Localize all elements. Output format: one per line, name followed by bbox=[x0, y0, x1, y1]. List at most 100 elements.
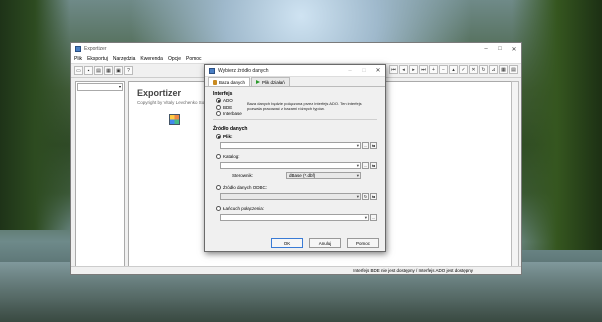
menu-opcje[interactable]: Opcje bbox=[168, 56, 181, 62]
driver-value: dBase (*.dbf) bbox=[289, 173, 316, 178]
radio-interbase[interactable]: Interbase bbox=[216, 111, 242, 116]
browse-folder-button[interactable]: ... bbox=[362, 162, 369, 169]
fields-combo[interactable]: ▾ bbox=[77, 83, 123, 91]
radio-ado-circle bbox=[216, 98, 221, 103]
settings-icon[interactable]: ▤ bbox=[509, 65, 518, 74]
radio-bde-circle bbox=[216, 105, 221, 110]
chevron-down-icon[interactable]: ▾ bbox=[357, 143, 359, 149]
maximize-button[interactable]: □ bbox=[493, 43, 507, 55]
background-trees-right bbox=[512, 0, 602, 250]
vertical-scrollbar[interactable] bbox=[511, 81, 519, 269]
chevron-down-icon[interactable]: ▾ bbox=[365, 215, 367, 221]
chevron-down-icon[interactable]: ▾ bbox=[357, 194, 359, 200]
navigation-toolbar: ⏮ ◂ ▸ ⏭ + − ▴ ✓ ✕ ↻ ⊿ ▦ ▤ bbox=[389, 65, 519, 74]
insert-record-icon[interactable]: + bbox=[429, 65, 438, 74]
driver-select[interactable]: dBase (*.dbf) ▾ bbox=[286, 172, 361, 179]
save-icon[interactable]: ▪ bbox=[84, 66, 93, 75]
dialog-title: Wybierz źródło danych bbox=[218, 67, 269, 74]
help-button[interactable]: Pomoc bbox=[347, 238, 379, 248]
menu-eksportuj[interactable]: Eksportuj bbox=[87, 56, 108, 62]
odbc-refresh-icon[interactable]: ↻ bbox=[362, 193, 369, 200]
radio-file-label: Plik: bbox=[223, 134, 233, 139]
tab-database[interactable]: Baza danych bbox=[208, 77, 251, 86]
radio-bde[interactable]: BDE bbox=[216, 105, 232, 110]
file-path-input[interactable]: ▾ bbox=[220, 142, 361, 149]
fields-panel: ▾ bbox=[75, 81, 125, 269]
radio-folder[interactable]: Katalog: bbox=[216, 154, 240, 159]
last-record-icon[interactable]: ⏭ bbox=[419, 65, 428, 74]
play-icon bbox=[256, 80, 261, 84]
connection-string-input[interactable]: ▾ bbox=[220, 214, 369, 221]
dialog-tabs: Baza danych Plik działań bbox=[205, 77, 385, 87]
radio-connection-string[interactable]: Łańcuch połączenia: bbox=[216, 206, 264, 211]
tab-action-file-label: Plik działań bbox=[262, 79, 285, 85]
tab-database-label: Baza danych bbox=[219, 79, 246, 85]
menu-narzedzia[interactable]: Narzędzia bbox=[113, 56, 136, 62]
radio-odbc-circle bbox=[216, 185, 221, 190]
radio-odbc-label: Źródło danych ODBC: bbox=[223, 185, 268, 190]
radio-ado[interactable]: ADO bbox=[216, 98, 233, 103]
dialog-minimize-button: – bbox=[348, 67, 352, 74]
database-icon bbox=[213, 79, 217, 85]
table-icon[interactable]: ▦ bbox=[104, 66, 113, 75]
brand-name: Exportizer bbox=[137, 88, 182, 98]
menu-pomoc[interactable]: Pomoc bbox=[186, 56, 202, 62]
grid-icon[interactable]: ▦ bbox=[499, 65, 508, 74]
status-text: Interfejs BDE nie jest dostępny / Interf… bbox=[353, 268, 473, 273]
source-label: Źródło danych bbox=[213, 126, 248, 132]
browse-file-button[interactable]: ... bbox=[362, 142, 369, 149]
next-record-icon[interactable]: ▸ bbox=[409, 65, 418, 74]
dialog-app-icon bbox=[209, 67, 215, 74]
interface-label: Interfejs bbox=[213, 91, 233, 97]
radio-interbase-label: Interbase bbox=[223, 111, 242, 116]
file-options-icon[interactable]: ⇆ bbox=[370, 142, 377, 149]
folder-options-icon[interactable]: ⇆ bbox=[370, 162, 377, 169]
open-folder-icon[interactable]: ▭ bbox=[74, 66, 83, 75]
refresh-icon[interactable]: ↻ bbox=[479, 65, 488, 74]
radio-file-circle bbox=[216, 134, 221, 139]
dialog-close-button[interactable]: ✕ bbox=[371, 65, 385, 77]
interface-description: Baza danych będzie połączona przez inter… bbox=[247, 101, 362, 111]
first-record-icon[interactable]: ⏮ bbox=[389, 65, 398, 74]
menubar: Plik Eksportuj Narzędzia Kwerenda Opcje … bbox=[71, 55, 521, 64]
radio-odbc[interactable]: Źródło danych ODBC: bbox=[216, 185, 267, 190]
folder-path-input[interactable]: ▾ bbox=[220, 162, 361, 169]
radio-file[interactable]: Plik: bbox=[216, 134, 233, 139]
ok-button[interactable]: OK bbox=[271, 238, 303, 248]
filter-icon[interactable]: ⊿ bbox=[489, 65, 498, 74]
odbc-options-icon[interactable]: ⇆ bbox=[370, 193, 377, 200]
radio-ado-label: ADO bbox=[223, 98, 233, 103]
cancel-edit-icon[interactable]: ✕ bbox=[469, 65, 478, 74]
odbc-select[interactable]: ▾ bbox=[220, 193, 361, 200]
tab-action-file[interactable]: Plik działań bbox=[251, 77, 290, 86]
main-window-title: Exportizer bbox=[84, 46, 107, 52]
menu-kwerenda[interactable]: Kwerenda bbox=[140, 56, 163, 62]
main-titlebar: Exportizer – □ ✕ bbox=[71, 43, 521, 55]
close-button[interactable]: ✕ bbox=[507, 43, 521, 55]
status-bar: Interfejs BDE nie jest dostępny / Interf… bbox=[71, 266, 521, 274]
post-record-icon[interactable]: ✓ bbox=[459, 65, 468, 74]
help-icon[interactable]: ? bbox=[124, 66, 133, 75]
chevron-down-icon[interactable]: ▾ bbox=[357, 173, 359, 179]
prior-record-icon[interactable]: ◂ bbox=[399, 65, 408, 74]
radio-folder-circle bbox=[216, 154, 221, 159]
brand-logo-icon bbox=[169, 114, 180, 125]
app-icon bbox=[75, 46, 81, 52]
cancel-button[interactable]: Anuluj bbox=[309, 238, 341, 248]
radio-connection-string-circle bbox=[216, 206, 221, 211]
print-icon[interactable]: ▣ bbox=[114, 66, 123, 75]
separator bbox=[213, 119, 377, 120]
radio-interbase-circle bbox=[216, 111, 221, 116]
chevron-down-icon[interactable]: ▾ bbox=[357, 163, 359, 169]
minimize-button[interactable]: – bbox=[479, 43, 493, 55]
copy-icon[interactable]: ▤ bbox=[94, 66, 103, 75]
delete-record-icon[interactable]: − bbox=[439, 65, 448, 74]
select-source-dialog: Wybierz źródło danych – □ ✕ Baza danych … bbox=[204, 64, 386, 252]
build-connection-button[interactable]: ... bbox=[370, 214, 377, 221]
edit-record-icon[interactable]: ▴ bbox=[449, 65, 458, 74]
background-trees-left bbox=[0, 0, 70, 230]
radio-folder-label: Katalog: bbox=[223, 154, 240, 159]
menu-plik[interactable]: Plik bbox=[74, 56, 82, 62]
dialog-titlebar: Wybierz źródło danych – □ ✕ bbox=[205, 65, 385, 77]
dialog-maximize-button: □ bbox=[362, 67, 366, 74]
